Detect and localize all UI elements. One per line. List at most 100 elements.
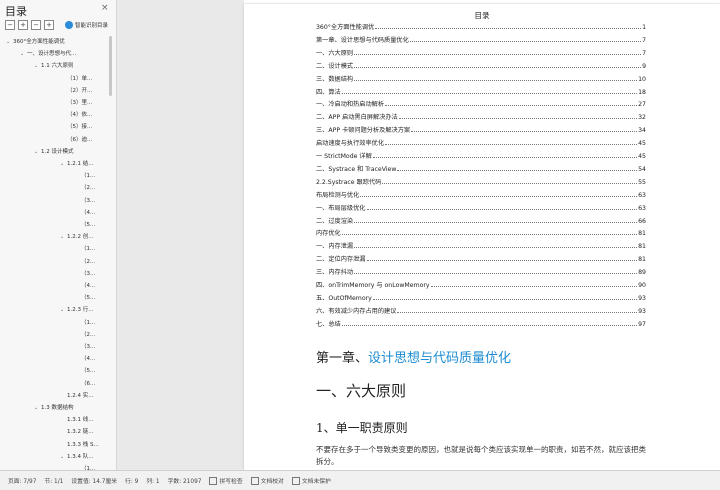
nav-tree-item[interactable]: 1.2.4 实... [60, 390, 94, 402]
toc-entry[interactable]: 三、APP 卡顿问题分析及解决方案 34 [316, 123, 646, 134]
nav-tree-item[interactable]: （5... [74, 292, 95, 304]
toc-entry-label: 一、内存泄漏 [316, 243, 354, 251]
nav-tree-item[interactable]: ⌄ 一、设计思想与代... [20, 48, 76, 60]
toc-entry[interactable]: 二、设计模式 9 [316, 59, 646, 70]
toc-entry-label: 四、算法 [316, 88, 341, 96]
status-words[interactable]: 字数: 21097 [168, 476, 202, 485]
nav-tree-item[interactable]: （6... [74, 378, 95, 390]
toc-entry-page: 89 [638, 269, 646, 277]
shield-icon [291, 476, 300, 485]
remove-icon[interactable]: − [31, 20, 41, 30]
nav-tree-item[interactable]: ⌄ 1.2.3 行... [60, 304, 94, 316]
toc-entry[interactable]: 二、Systrace 和 TraceView 54 [316, 162, 646, 173]
nav-tree-item[interactable]: （2... [74, 182, 95, 194]
nav-tree-item[interactable]: （3... [74, 195, 95, 207]
nav-tree-item[interactable]: （4... [74, 280, 95, 292]
nav-tree-item[interactable]: ⌄ 1.3.4 队... [60, 451, 94, 463]
nav-tree-item[interactable]: 1.3.2 链... [60, 426, 94, 438]
toc-entry-label: 三、内存抖动 [316, 269, 354, 277]
nav-tree-item[interactable]: （1... [74, 170, 95, 182]
protect-button[interactable]: 文档未保护 [291, 476, 331, 485]
chevron-down-icon[interactable]: ⌄ [20, 48, 27, 60]
nav-tree-item[interactable]: （1）单... [60, 73, 92, 85]
protect-label: 文档未保护 [301, 479, 331, 485]
nav-tree-item[interactable]: （5... [74, 365, 95, 377]
nav-tree-item[interactable]: ⌄ 1.1 六大原则 [34, 60, 74, 72]
nav-tree-item[interactable]: 1.3.3 栈 S... [60, 439, 99, 451]
toc-entry[interactable]: 五、OutOfMemory 93 [316, 291, 646, 302]
nav-scrollbar-thumb[interactable] [109, 36, 112, 96]
collapse-all-icon[interactable]: − [5, 20, 15, 30]
toc-entry-page: 63 [638, 191, 646, 199]
status-col: 列: 1 [146, 479, 160, 485]
nav-tree-item[interactable]: （1... [74, 317, 95, 329]
toc-entry-label: 三、数据结构 [316, 75, 354, 83]
nav-tree-item-label: （5... [81, 295, 96, 302]
toc-entry[interactable]: 布局检测与优化 63 [316, 188, 646, 199]
nav-tree-item[interactable]: （4... [74, 353, 95, 365]
toc-entry[interactable]: 一、六大原则 7 [316, 46, 646, 57]
nav-tree-item[interactable]: （3... [74, 341, 95, 353]
nav-tree-item-label: （6）迪... [67, 136, 93, 143]
toc-entry[interactable]: 二、过度渲染 66 [316, 214, 646, 225]
chevron-down-icon[interactable]: ⌄ [60, 304, 67, 316]
toc-entry[interactable]: 三、数据结构 10 [316, 72, 646, 83]
document-page[interactable]: 目录 360°全方面性能调优 1 第一章、设计思想与代码质量优化 7 一、六大原则 7 二、… [244, 4, 720, 470]
status-page[interactable]: 页面: 7/97 [8, 476, 36, 485]
toc-entry[interactable]: 一 StrictMode 详解 45 [316, 149, 646, 160]
nav-tree-item[interactable]: ⌄ 1.2.1 结... [60, 158, 94, 170]
nav-tree-item[interactable]: ⌄ 360°全方面性能调优 [6, 36, 65, 48]
smart-toc-label: 智能识别目录 [75, 23, 109, 29]
toc-entry[interactable]: 三、内存抖动 89 [316, 265, 646, 276]
nav-tree-item[interactable]: （2... [74, 256, 95, 268]
nav-tree-item[interactable]: （4... [74, 207, 95, 219]
toc-entry[interactable]: 内存优化 81 [316, 226, 646, 237]
nav-tree-item[interactable]: （3... [74, 268, 95, 280]
toc-entry[interactable]: 第一章、设计思想与代码质量优化 7 [316, 33, 646, 44]
nav-tree-item[interactable]: （2... [74, 329, 95, 341]
toc-entry[interactable]: 一、冷启动和热启动解析 27 [316, 97, 646, 108]
toc-entry[interactable]: 2.2.Systrace 跟踪代码 55 [316, 175, 646, 186]
toc-entry-page: 32 [638, 114, 646, 122]
toc-entry-page: 7 [642, 49, 646, 57]
toc-leader-dots [375, 28, 642, 29]
toc-entry[interactable]: 二、定位内存泄漏 81 [316, 252, 646, 263]
toc-entry[interactable]: 四、onTrimMemory 与 onLowMemory 90 [316, 278, 646, 289]
nav-tree-item[interactable]: 1.3.1 线... [60, 414, 94, 426]
nav-tree-item[interactable]: （3）里... [60, 97, 92, 109]
toc-entry-label: 三、APP 卡顿问题分析及解决方案 [316, 127, 411, 135]
chevron-down-icon[interactable]: ⌄ [34, 60, 41, 72]
toc-entry[interactable]: 一、布局层级优化 63 [316, 201, 646, 212]
toc-entry[interactable]: 启动速度与执行效率优化 45 [316, 136, 646, 147]
proofread-button[interactable]: 文档校对 [250, 476, 284, 485]
toc-entry[interactable]: 二、APP 启动黑白屏解决办法 32 [316, 110, 646, 121]
chevron-down-icon[interactable]: ⌄ [60, 158, 67, 170]
nav-tree-item[interactable]: （5）接... [60, 121, 92, 133]
add-icon[interactable]: + [44, 20, 54, 30]
chevron-down-icon[interactable]: ⌄ [6, 36, 13, 48]
nav-tree-item[interactable]: ⌄ 1.2.2 创... [60, 231, 94, 243]
close-icon[interactable]: × [101, 3, 109, 13]
toc-entry[interactable]: 360°全方面性能调优 1 [316, 20, 646, 31]
chevron-down-icon[interactable]: ⌄ [60, 451, 67, 463]
nav-tree-item[interactable]: ⌄ 1.3 数据结构 [34, 402, 74, 414]
toc-entry[interactable]: 六、有效减少内存占用的建议 93 [316, 304, 646, 315]
toc-entry[interactable]: 四、算法 18 [316, 85, 646, 96]
nav-tree-item[interactable]: （2）开... [60, 85, 92, 97]
chevron-down-icon[interactable]: ⌄ [34, 402, 41, 414]
expand-all-icon[interactable]: + [18, 20, 28, 30]
nav-tree-item[interactable]: （1... [74, 463, 95, 470]
nav-scrollbar[interactable] [107, 36, 114, 466]
nav-tree-item[interactable]: ⌄ 1.2 设计模式 [34, 146, 74, 158]
nav-tree-item[interactable]: （6）迪... [60, 134, 92, 146]
nav-tree-item[interactable]: （5... [74, 219, 95, 231]
spell-check-button[interactable]: 拼写检查 [209, 476, 243, 485]
nav-tree-item[interactable]: （4）依... [60, 109, 92, 121]
nav-tree-item[interactable]: （1... [74, 243, 95, 255]
chevron-down-icon[interactable]: ⌄ [60, 231, 67, 243]
chevron-down-icon[interactable]: ⌄ [34, 146, 41, 158]
toc-entry[interactable]: 七、总结 97 [316, 317, 646, 328]
smart-toc-button[interactable]: 智能识别目录 [65, 21, 108, 29]
nav-tree-item-label: （2... [81, 185, 96, 192]
toc-entry[interactable]: 一、内存泄漏 81 [316, 239, 646, 250]
